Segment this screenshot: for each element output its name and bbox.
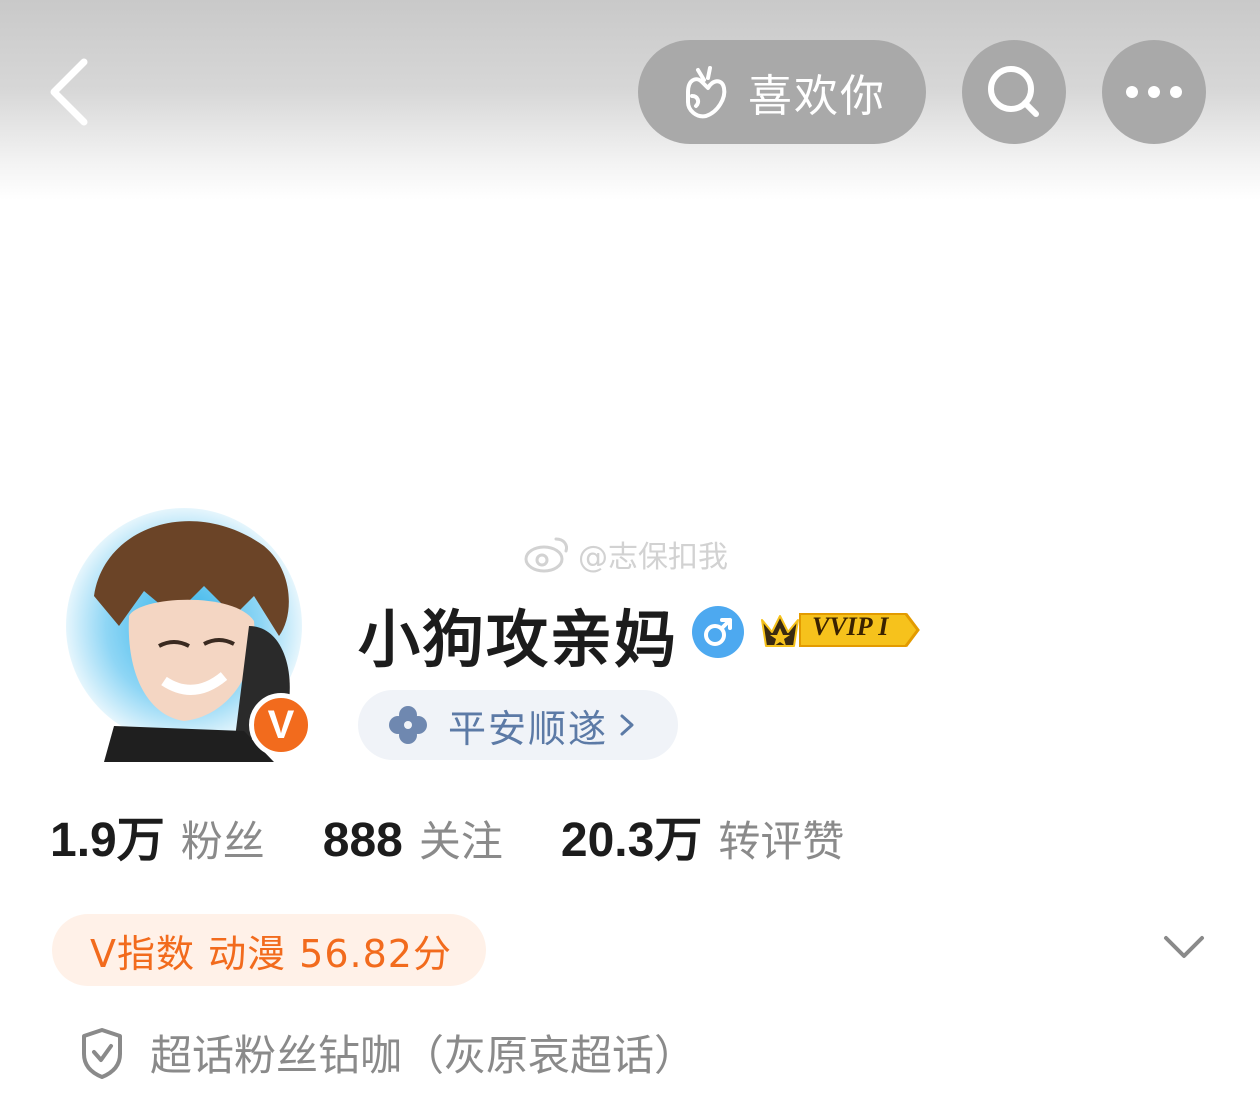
male-icon [692,606,744,658]
weibo-logo-icon [524,537,568,573]
back-button[interactable] [40,52,100,132]
clover-icon [389,706,427,744]
v-index-text: V指数 动漫 56.82分 [90,931,452,976]
vip-label: VVIP I [812,612,889,641]
back-chevron-icon [50,58,88,126]
stats-row: 1.9 万 粉丝 888 关注 20.3 万 转评赞 [50,800,902,880]
stat-number: 1.9 [50,814,117,867]
more-button[interactable] [1102,40,1206,144]
chevron-right-icon [620,714,634,736]
watermark-text: @志保扣我 [578,540,728,575]
more-dots-icon [1126,86,1182,98]
chevron-down-icon [1164,936,1204,958]
super-topic-text: 超话粉丝钻咖（灰原哀超话） [150,1031,697,1080]
stat-label: 粉丝 [180,817,265,866]
status-label: 平安顺遂 [448,706,609,751]
finger-heart-icon [686,66,727,119]
status-pill[interactable]: 平安顺遂 [358,690,678,760]
like-you-button[interactable]: 喜欢你 [638,40,926,144]
stat-number: 20.3 [560,814,655,867]
watermark: @志保扣我 [524,532,728,576]
expand-button[interactable] [1160,930,1208,966]
stat-number: 888 [322,814,403,867]
super-topic-row[interactable]: 超话粉丝钻咖（灰原哀超话） [78,1022,696,1083]
top-header: 喜欢你 [0,0,1260,200]
search-icon [988,66,1039,117]
v-index-badge[interactable]: V指数 动漫 56.82分 [52,914,486,986]
username: 小狗攻亲妈 [358,603,679,676]
stat-unit: 万 [116,812,165,868]
shield-check-icon [82,1027,122,1079]
stat-label: 转评赞 [718,817,845,866]
search-button[interactable] [962,40,1066,144]
like-you-label: 喜欢你 [748,71,886,122]
stat-unit: 万 [654,812,703,868]
verified-badge: V [249,693,313,757]
stat-label: 关注 [418,817,503,866]
stat-interactions[interactable]: 20.3 万 转评赞 [561,800,844,870]
stat-followers[interactable]: 1.9 万 粉丝 [50,800,265,870]
stat-following[interactable]: 888 关注 [323,808,503,869]
vip-badge[interactable]: VVIP I [756,606,924,654]
